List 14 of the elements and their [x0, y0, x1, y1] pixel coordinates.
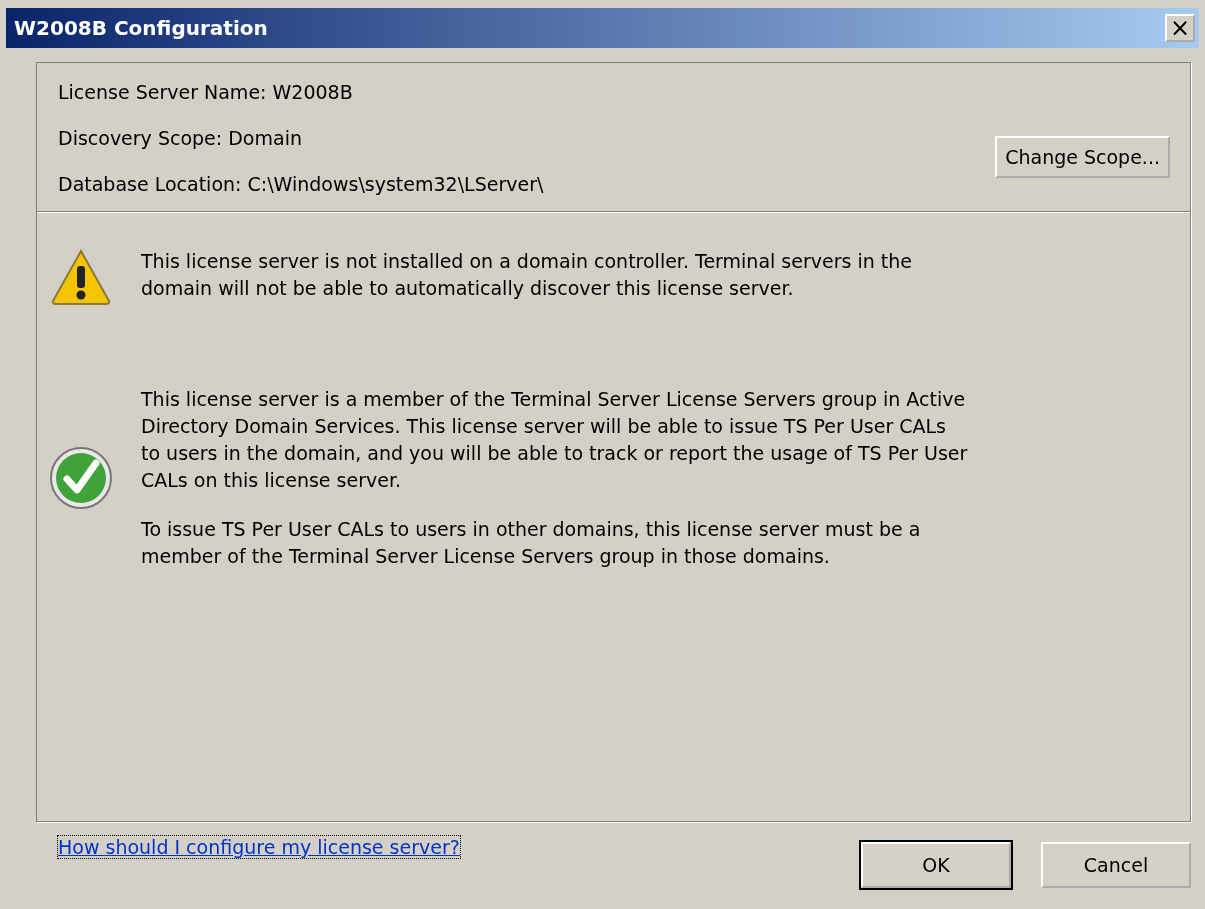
- info-label: Discovery Scope: Domain: [58, 127, 303, 149]
- message-text: This license server is not installed on a domain controller. Terminal servers in the domain will not be able to automatically discover this license server.: [141, 249, 913, 301]
- warning-icon: [50, 248, 112, 306]
- info-label: Database Location: C:\Windows\system32\LServer\: [58, 173, 544, 195]
- checkmark-icon: [49, 446, 113, 510]
- dialog-button[interactable]: Cancel: [1041, 842, 1191, 888]
- message-text: This license server is a member of the Terminal Server License Servers group in Active Directory Domain Services. This license server will be able to issue TS Per User CALs to users in the domain, and you will be able to track or report the usage of TS Per User CALs on this license server.: [141, 387, 969, 493]
- close-button[interactable]: ×: [1165, 14, 1195, 42]
- message-text: To issue TS Per User CALs to users in other domains, this license server must be a member of the Terminal Server License Servers group in those domains.: [141, 517, 922, 569]
- window-title: W2008B Configuration: [14, 16, 268, 40]
- info-label: License Server Name: W2008B: [58, 81, 354, 103]
- dialog-button[interactable]: OK: [861, 842, 1011, 888]
- change-scope-button[interactable]: Change Scope...: [995, 136, 1170, 178]
- help-link[interactable]: How should I configure my license server?: [58, 836, 460, 858]
